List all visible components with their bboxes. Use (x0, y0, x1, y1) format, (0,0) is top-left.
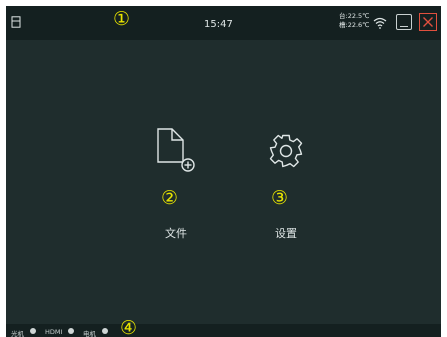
callout-2: ② (161, 187, 179, 209)
status-motor-dot (102, 328, 108, 334)
status-optics-label: 光机 (11, 330, 24, 337)
close-icon (423, 17, 433, 27)
close-button[interactable] (419, 13, 437, 31)
device-icon[interactable] (11, 13, 21, 32)
minimize-icon (400, 26, 408, 27)
touch-screen: 15:47 台:22.5℃ 槽:22.6℃ ① 文件 ② 设置 ③ 光机 HDM… (6, 6, 441, 337)
clock: 15:47 (204, 19, 233, 30)
status-optics-dot (30, 328, 36, 334)
callout-3: ③ (271, 187, 289, 209)
minimize-button[interactable] (396, 14, 412, 30)
status-hdmi-label: HDMI (45, 328, 63, 336)
status-motor-label: 电机 (83, 330, 96, 337)
add-file-icon (157, 128, 195, 172)
gear-icon (269, 134, 303, 168)
temperature-readout: 台:22.5℃ 槽:22.6℃ (339, 12, 369, 29)
wifi-icon[interactable] (373, 14, 387, 33)
settings-label: 设置 (275, 227, 297, 240)
file-label: 文件 (165, 227, 187, 240)
status-hdmi-dot (68, 328, 74, 334)
temperature-2: 槽:22.6℃ (339, 20, 370, 29)
callout-1: ① (113, 8, 131, 30)
temperature-1: 台:22.5℃ (339, 12, 370, 20)
callout-4: ④ (120, 317, 138, 337)
